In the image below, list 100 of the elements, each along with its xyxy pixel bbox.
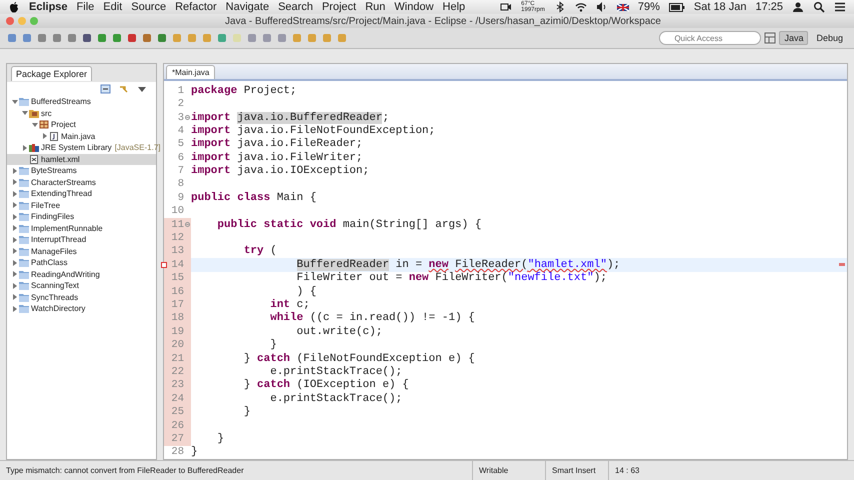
line-number: 13 bbox=[171, 245, 184, 258]
menu-item[interactable]: Refactor bbox=[175, 1, 217, 13]
menu-item[interactable]: Search bbox=[278, 1, 313, 13]
open-perspective-icon[interactable] bbox=[764, 32, 776, 44]
window-title: Java - BufferedStreams/src/Project/Main.java - Eclipse - /Users/hasan_azimi0/Desktop/Workspace bbox=[224, 16, 662, 26]
toolbar-icon[interactable] bbox=[21, 32, 33, 44]
toolbar-icon[interactable] bbox=[126, 32, 138, 44]
line-number: 6 bbox=[178, 152, 184, 164]
close-button[interactable] bbox=[6, 17, 14, 25]
menu-item[interactable]: Help bbox=[442, 1, 466, 13]
tree-item[interactable]: SyncThreads bbox=[7, 292, 156, 303]
collapsed-arrow-icon[interactable] bbox=[41, 132, 49, 140]
code-line: } bbox=[269, 339, 277, 352]
line-number: 10 bbox=[171, 205, 184, 218]
folder-icon bbox=[19, 178, 29, 187]
menu-item[interactable]: File bbox=[76, 1, 94, 13]
line-number: 11 bbox=[171, 218, 184, 231]
menu-item[interactable]: Window bbox=[394, 1, 434, 13]
speaker-icon[interactable] bbox=[596, 1, 608, 13]
list-icon[interactable] bbox=[834, 1, 846, 13]
menu-item[interactable]: Navigate bbox=[226, 1, 270, 13]
status-mode: Writable bbox=[473, 461, 546, 480]
flag-icon[interactable] bbox=[616, 1, 629, 13]
tree-item[interactable]: hamlet.xml bbox=[7, 154, 156, 165]
code-line: } catch (IOException e) { bbox=[242, 379, 409, 392]
code-line: } bbox=[191, 446, 198, 458]
line-number: 19 bbox=[171, 326, 184, 338]
menu-item[interactable]: Source bbox=[131, 1, 166, 13]
folder-icon bbox=[19, 200, 29, 210]
folder-icon bbox=[19, 212, 29, 222]
tree-item[interactable]: Project bbox=[7, 119, 156, 130]
toolbar-icon[interactable] bbox=[36, 32, 48, 44]
code-line: public static void main(String[] args) { bbox=[216, 218, 482, 231]
quick-access-field[interactable]: Quick Access bbox=[659, 31, 762, 45]
line-number: 4 bbox=[178, 124, 184, 137]
perspective-button[interactable]: Java bbox=[779, 31, 808, 45]
tree-item[interactable]: FileTree bbox=[7, 200, 156, 211]
search-icon[interactable] bbox=[813, 1, 825, 13]
menu-item[interactable]: Edit bbox=[103, 1, 122, 13]
code-line: } catch (FileNotFoundException e) { bbox=[242, 352, 475, 365]
collapse-all-icon[interactable] bbox=[100, 83, 112, 95]
line-number: 16 bbox=[171, 286, 184, 298]
status-insert-mode: Smart Insert bbox=[546, 461, 609, 480]
line-number: 9 bbox=[178, 192, 184, 204]
code-line: import java.io.FileWriter; bbox=[191, 152, 363, 164]
tree-item[interactable]: ImplementRunnable bbox=[7, 222, 156, 234]
apple-logo-icon[interactable] bbox=[8, 1, 20, 13]
battery-icon[interactable] bbox=[668, 2, 685, 12]
code-line: int c; bbox=[269, 299, 310, 311]
menu-item[interactable]: Run bbox=[365, 1, 386, 13]
menu-item[interactable]: Project bbox=[322, 1, 356, 13]
toolbar-icon[interactable] bbox=[51, 32, 63, 44]
tree-item[interactable]: WatchDirectory bbox=[7, 303, 156, 314]
code-line: while ((c = in.read()) != -1) { bbox=[269, 312, 475, 324]
toolbar-icon[interactable] bbox=[141, 32, 153, 44]
code-line: try ( bbox=[242, 245, 277, 258]
file-icon bbox=[49, 132, 59, 141]
tree-item[interactable]: FindingFiles bbox=[7, 211, 156, 222]
code-line: FileWriter out = new FileWriter("newfile.txt"); bbox=[296, 272, 607, 284]
line-number: 26 bbox=[171, 420, 184, 432]
battery-percentage: 79% bbox=[638, 1, 660, 13]
collapsed-arrow-icon[interactable] bbox=[21, 144, 29, 152]
tree-item[interactable]: BufferedStreams bbox=[7, 96, 156, 108]
user-icon[interactable] bbox=[792, 1, 804, 13]
toolbar-icon[interactable] bbox=[66, 32, 78, 44]
toolbar-icon[interactable] bbox=[96, 32, 108, 44]
line-number: 22 bbox=[171, 366, 184, 378]
tree-item[interactable]: Main.java bbox=[7, 130, 156, 142]
tree-item[interactable]: CharacterStreams bbox=[7, 176, 156, 188]
tree-item[interactable]: ScanningText bbox=[7, 280, 156, 292]
code-line: public class Main { bbox=[191, 192, 316, 204]
tree-item[interactable]: ByteStreams bbox=[7, 165, 156, 176]
tree-item[interactable]: ReadingAndWriting bbox=[7, 268, 156, 280]
line-number: 24 bbox=[171, 392, 184, 405]
wifi-icon[interactable] bbox=[574, 1, 587, 13]
code-line: e.printStackTrace(); bbox=[269, 392, 402, 405]
date-text[interactable]: Sat 18 Jan bbox=[694, 1, 746, 13]
toolbar-icon[interactable] bbox=[81, 32, 93, 44]
tree-item[interactable]: ExtendingThread bbox=[7, 188, 156, 200]
tree-item[interactable]: PathClass bbox=[7, 257, 156, 268]
code-line: import java.io.IOException; bbox=[191, 165, 370, 178]
folder-icon bbox=[19, 235, 29, 244]
tree-item[interactable]: ManageFiles bbox=[7, 246, 156, 257]
code-line: import java.io.BufferedReader; bbox=[191, 112, 390, 124]
perspective-button[interactable]: Debug bbox=[811, 31, 848, 45]
toolbar-icon[interactable] bbox=[6, 32, 18, 44]
editor-tab[interactable]: *Main.java bbox=[166, 65, 216, 80]
package-folder-icon bbox=[29, 108, 39, 118]
line-number: 27 bbox=[171, 432, 184, 445]
fold-icon[interactable] bbox=[185, 115, 190, 120]
package-explorer-tab[interactable]: Package Explorer bbox=[11, 66, 92, 80]
tree-item[interactable]: src bbox=[7, 108, 156, 119]
line-number: 1 bbox=[178, 84, 184, 97]
tree-item[interactable]: InterruptThread bbox=[7, 234, 156, 246]
toolbar-icon[interactable] bbox=[111, 32, 123, 44]
toolbar-icon[interactable] bbox=[156, 32, 168, 44]
app-menu[interactable]: Eclipse bbox=[29, 1, 68, 13]
video-camera-icon[interactable] bbox=[500, 1, 512, 13]
clock-text[interactable]: 17:25 bbox=[755, 1, 783, 13]
code-line: BufferedReader in = new FileReader("hamlet.xml"); bbox=[296, 258, 620, 271]
